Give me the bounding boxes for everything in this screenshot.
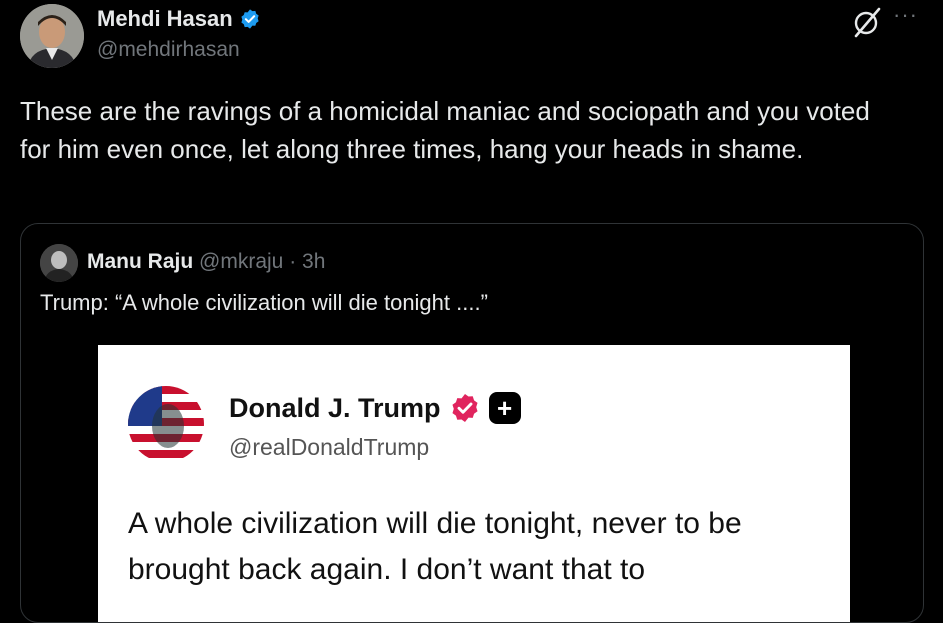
author-avatar-image <box>20 4 84 68</box>
quoted-tweet-text: Trump: “A whole civilization will die to… <box>40 290 488 315</box>
quoted-tweet-card[interactable]: Manu Raju @mkraju · 3h Trump: “A whole c… <box>20 223 924 623</box>
quoted-tweet-header: Manu Raju @mkraju · 3h <box>87 250 325 274</box>
embedded-author-name: Donald J. Trump + <box>229 392 521 424</box>
embedded-post-image[interactable]: Donald J. Trump + @realDonaldTrump A who… <box>98 345 850 622</box>
quoted-timestamp: 3h <box>302 250 326 273</box>
more-options-icon[interactable]: ··· <box>893 2 918 28</box>
author-avatar[interactable] <box>20 4 84 68</box>
verified-badge-icon <box>241 9 259 29</box>
quoted-separator: · <box>289 250 297 273</box>
quoted-avatar-image <box>40 244 78 282</box>
author-name[interactable]: Mehdi Hasan <box>97 6 261 32</box>
embedded-author-name-text: Donald J. Trump <box>229 392 441 423</box>
embedded-author-handle: @realDonaldTrump <box>229 434 430 460</box>
embedded-author-avatar <box>128 386 204 462</box>
verified-badge-pink-icon <box>451 394 478 422</box>
quoted-author-name: Manu Raju <box>87 250 194 273</box>
author-name-text[interactable]: Mehdi Hasan <box>97 6 233 32</box>
tweet-text: These are the ravings of a homicidal man… <box>20 96 870 164</box>
quoted-author-avatar <box>40 244 78 282</box>
embedded-post-text: A whole civilization will die tonight, n… <box>128 507 742 586</box>
embedded-avatar-image <box>128 386 204 462</box>
grok-icon[interactable] <box>850 5 884 39</box>
plus-badge-icon: + <box>488 392 521 424</box>
quoted-author-handle: @mkraju <box>199 250 284 273</box>
author-handle[interactable]: @mehdirhasan <box>97 38 240 62</box>
